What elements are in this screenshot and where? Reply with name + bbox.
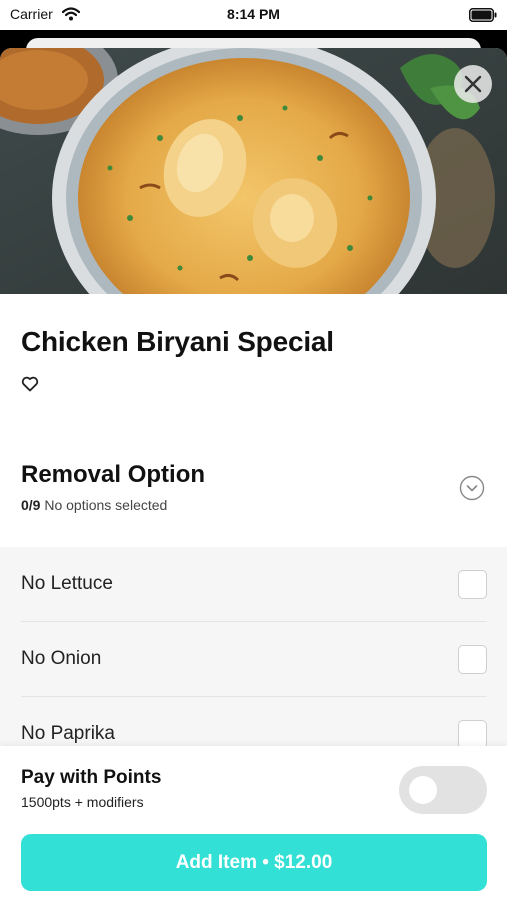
item-title: Chicken Biryani Special (21, 326, 334, 357)
close-icon (464, 75, 482, 93)
battery-icon (469, 8, 497, 27)
option-row-no-onion[interactable]: No Onion (0, 622, 507, 697)
pay-with-points-title: Pay with Points (21, 767, 162, 788)
option-checkbox[interactable] (458, 720, 487, 749)
option-checkbox[interactable] (458, 645, 487, 674)
removal-option-title: Removal Option (21, 461, 206, 488)
favorite-button[interactable] (21, 376, 39, 397)
option-label: No Paprika (21, 723, 115, 744)
pay-with-points-subtitle: 1500pts + modifiers (21, 794, 144, 810)
selection-count: 0/9 (21, 497, 41, 513)
add-item-button[interactable]: Add Item • $12.00 (21, 834, 487, 891)
item-sheet: Chicken Biryani Special Removal Option 0… (0, 48, 507, 900)
option-checkbox[interactable] (458, 570, 487, 599)
footer-panel: Pay with Points 1500pts + modifiers Add … (0, 746, 507, 900)
close-button[interactable] (454, 65, 492, 103)
chevron-down-icon (459, 475, 485, 501)
status-time: 8:14 PM (227, 6, 280, 22)
removal-option-status: 0/9 No options selected (21, 497, 167, 513)
collapse-toggle[interactable] (459, 475, 485, 506)
option-label: No Lettuce (21, 573, 113, 594)
toggle-knob (409, 776, 437, 804)
heart-icon (21, 376, 39, 392)
pay-with-points-toggle[interactable] (399, 766, 487, 814)
status-bar: Carrier 8:14 PM (0, 0, 507, 30)
selection-status: No options selected (44, 497, 168, 513)
option-row-no-lettuce[interactable]: No Lettuce (0, 547, 507, 622)
food-image (0, 48, 507, 294)
option-label: No Onion (21, 648, 102, 669)
